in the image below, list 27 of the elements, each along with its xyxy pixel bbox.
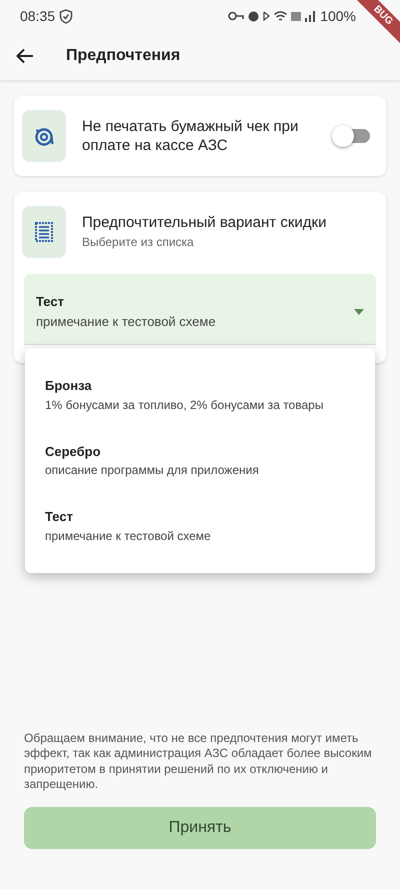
option-note: описание программы для приложения [45,462,260,479]
option-title: Тест [45,508,74,526]
dropdown-caret-icon [354,308,364,314]
dropdown-field[interactable]: Тест примечание к тестовой схеме [24,274,376,345]
back-icon[interactable] [16,48,34,64]
option-title: Серебро [45,442,102,461]
receipt-icon [34,221,54,243]
screen-title: Предпочтения [66,46,180,66]
key-icon [228,11,244,21]
wifi-icon [274,11,288,21]
setting-title: Предпочтительный вариант скидки [82,213,328,233]
menu-option[interactable]: Серебро описание программы для приложения [25,428,375,493]
menu-option[interactable]: Тест примечание к тестовой схеме [25,493,375,558]
setting-title: Не печатать бумажный чек при оплате на кассе АЗС [82,116,300,156]
selected-note: примечание к тестовой схеме [36,312,217,331]
battery-level: 100% [320,6,356,26]
shield-icon [59,8,74,24]
setting-subtitle: Выберите из списка [82,234,195,251]
selected-title: Тест [36,293,65,311]
option-title: Бронза [45,377,93,395]
accept-button[interactable]: Принять [24,807,376,849]
notice-text: Обращаем внимание, что не все предпочтения могут иметь эффект, так как администрация АЗС обладает более высоким приоритетом в принятии решений по их отключению и запрещению. [24,730,373,793]
option-note: примечание к тестовой схеме [45,528,212,544]
signal-icon [305,10,316,22]
status-time: 08:35 [20,6,56,26]
menu-option[interactable]: Бронза 1% бонусами за топливо, 2% бонусами за товары [25,362,375,428]
option-note: 1% бонусами за топливо, 2% бонусами за товары [45,396,324,414]
